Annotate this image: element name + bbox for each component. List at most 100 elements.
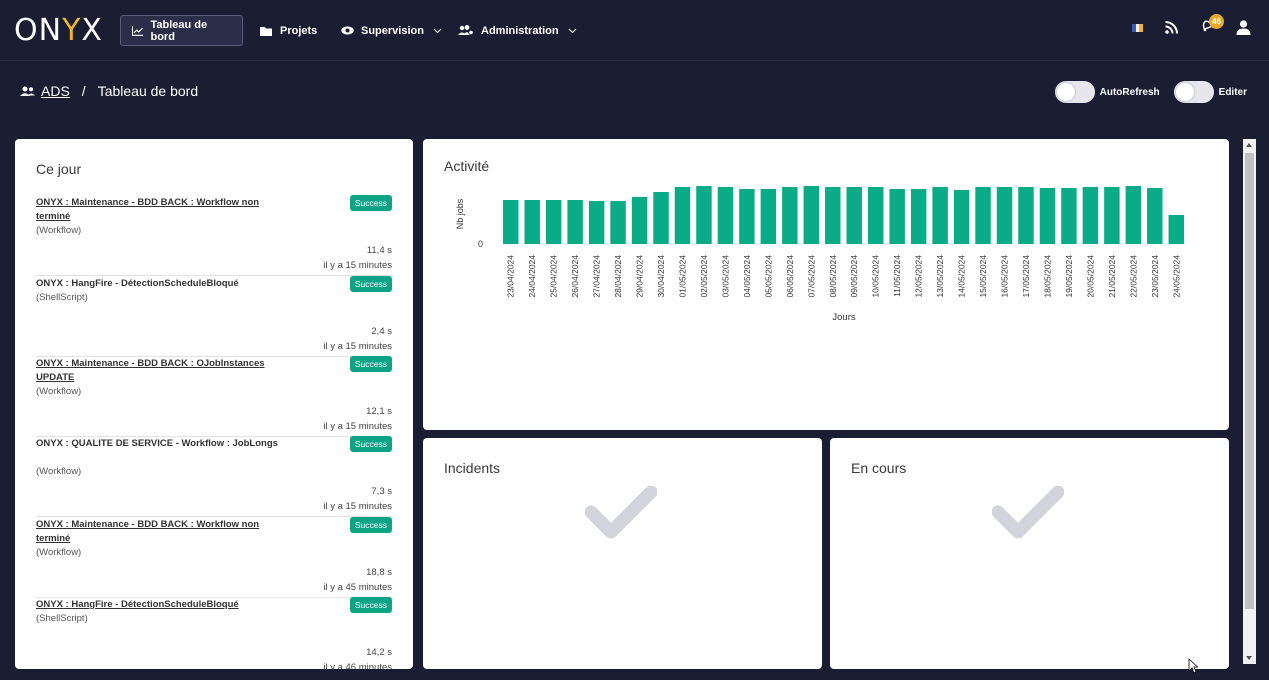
chart-bar[interactable] <box>1082 187 1099 244</box>
users-cog-icon <box>458 25 474 36</box>
chart-bar[interactable] <box>803 186 820 244</box>
nav-label: Administration <box>481 24 559 37</box>
job-title[interactable]: ONYX : Maintenance - BDD BACK : OJobInst… <box>36 357 286 385</box>
scroll-thumb[interactable] <box>1245 153 1254 609</box>
nav-label: Projets <box>280 24 318 37</box>
job-item[interactable]: ONYX : HangFire - DétectionScheduleBloqu… <box>36 597 392 669</box>
job-type: (Workflow) <box>36 466 82 477</box>
flag-icon[interactable] <box>1132 23 1144 32</box>
onyx-logo[interactable]: ON Y X <box>14 13 103 48</box>
chart-bar[interactable] <box>1104 187 1120 244</box>
chart-bar[interactable] <box>1168 215 1184 244</box>
chart-bar[interactable] <box>889 189 905 244</box>
breadcrumb-current: Tableau de bord <box>97 83 199 99</box>
card-title: Incidents <box>444 460 501 476</box>
job-title[interactable]: ONYX : Maintenance - BDD BACK : Workflow… <box>36 196 286 224</box>
x-tick-label: 08/05/2024 <box>828 255 838 298</box>
chart-bar[interactable] <box>588 201 605 244</box>
chart-bar[interactable] <box>610 201 626 244</box>
job-duration: 11,4 s <box>366 245 392 256</box>
x-tick-label: 25/04/2024 <box>549 255 559 298</box>
status-badge: Success <box>349 195 392 211</box>
chart-bar[interactable] <box>696 186 712 244</box>
chart-bar[interactable] <box>1147 188 1163 244</box>
status-badge: Success <box>349 276 392 292</box>
breadcrumb-group-link[interactable]: ADS <box>20 83 70 99</box>
job-time-ago: il y a 15 minutes <box>323 501 392 512</box>
check-icon <box>585 486 657 539</box>
chart-line-icon <box>132 25 144 36</box>
chart-bar[interactable] <box>910 189 927 244</box>
x-tick-label: 23/04/2024 <box>506 255 516 298</box>
x-tick-label: 17/05/2024 <box>1021 255 1031 298</box>
job-duration: 14,2 s <box>366 647 392 658</box>
rss-icon[interactable] <box>1165 21 1178 34</box>
x-tick-label: 03/05/2024 <box>720 255 730 298</box>
page-scrollbar[interactable] <box>1243 139 1256 664</box>
notifications[interactable]: 46 <box>1200 14 1224 37</box>
activity-chart: 23/04/2024 24/04/2024 25/04/2024 26/04/2024… <box>455 186 1184 323</box>
chart-bar[interactable] <box>953 190 970 244</box>
chart-bar[interactable] <box>932 187 948 244</box>
mouse-cursor-icon <box>1188 658 1198 674</box>
chart-bar[interactable] <box>996 187 1013 244</box>
chart-bar[interactable] <box>503 200 519 244</box>
chart-bar[interactable] <box>975 187 991 244</box>
chart-bar[interactable] <box>674 187 691 244</box>
x-tick-label: 29/04/2024 <box>635 255 645 298</box>
job-title: ONYX : QUALITE DE SERVICE - Workflow : J… <box>36 438 278 449</box>
en-cours-card: En cours <box>830 438 1229 669</box>
job-item[interactable]: ONYX : Maintenance - BDD BACK : OJobInst… <box>36 356 392 437</box>
chart-bar[interactable] <box>653 192 669 244</box>
scroll-down-arrow[interactable] <box>1246 656 1252 660</box>
editer-toggle[interactable] <box>1173 81 1214 103</box>
x-tick-label: 16/05/2024 <box>1000 255 1010 298</box>
x-tick-label: 07/05/2024 <box>806 255 816 298</box>
job-title[interactable]: ONYX : Maintenance - BDD BACK : Workflow… <box>36 518 286 546</box>
x-tick-label: 26/04/2024 <box>570 255 580 298</box>
job-duration: 12,1 s <box>366 406 392 417</box>
check-icon <box>992 486 1064 539</box>
x-tick-label: 23/05/2024 <box>1150 255 1160 298</box>
chart-bar[interactable] <box>867 187 884 244</box>
chart-bar[interactable] <box>1125 186 1142 244</box>
breadcrumb-group: ADS <box>41 83 70 99</box>
chart-bar[interactable] <box>760 189 777 244</box>
autorefresh-toggle[interactable] <box>1054 81 1095 103</box>
chart-bar[interactable] <box>545 200 562 244</box>
chart-bar[interactable] <box>631 197 648 244</box>
job-duration: 18,8 s <box>366 567 392 578</box>
x-tick-label: 05/05/2024 <box>763 255 773 298</box>
job-item[interactable]: ONYX : Maintenance - BDD BACK : Workflow… <box>36 195 392 276</box>
x-tick-label: 09/05/2024 <box>849 255 859 298</box>
chevron-down-icon <box>568 28 577 33</box>
chart-bar[interactable] <box>567 200 583 244</box>
chart-bar[interactable] <box>739 189 755 244</box>
today-card: Ce jour ONYX : Maintenance - BDD BACK : … <box>15 139 413 669</box>
chart-bar[interactable] <box>825 187 841 244</box>
job-duration: 7,3 s <box>371 486 392 497</box>
chart-bar[interactable] <box>524 200 540 244</box>
chart-bar[interactable] <box>846 187 862 244</box>
nav-projets[interactable]: Projets <box>249 15 328 46</box>
job-item[interactable]: ONYX : QUALITE DE SERVICE - Workflow : J… <box>36 436 392 517</box>
chart-bar[interactable] <box>1061 188 1077 244</box>
status-badge: Success <box>349 597 392 613</box>
scroll-up-arrow[interactable] <box>1246 143 1252 147</box>
chart-bar[interactable] <box>1039 188 1056 244</box>
nav-administration[interactable]: Administration <box>447 15 588 46</box>
x-tick-label: 28/04/2024 <box>613 255 623 298</box>
chart-bar[interactable] <box>717 187 734 244</box>
job-item[interactable]: ONYX : Maintenance - BDD BACK : Workflow… <box>36 517 392 598</box>
chart-bar[interactable] <box>782 187 798 244</box>
folder-icon <box>260 26 272 36</box>
chart-bar[interactable] <box>1018 187 1034 244</box>
nav-supervision[interactable]: Supervision <box>330 15 453 46</box>
chevron-down-icon <box>433 28 442 33</box>
nav-tableau-de-bord[interactable]: Tableau de bord <box>120 15 243 46</box>
nav-label: Tableau de bord <box>150 18 208 43</box>
job-type: (ShellScript) <box>36 613 88 624</box>
job-title[interactable]: ONYX : HangFire - DétectionScheduleBloqu… <box>36 598 286 612</box>
job-item[interactable]: ONYX : HangFire - DétectionScheduleBloqu… <box>36 276 392 357</box>
user-icon[interactable] <box>1236 20 1251 35</box>
